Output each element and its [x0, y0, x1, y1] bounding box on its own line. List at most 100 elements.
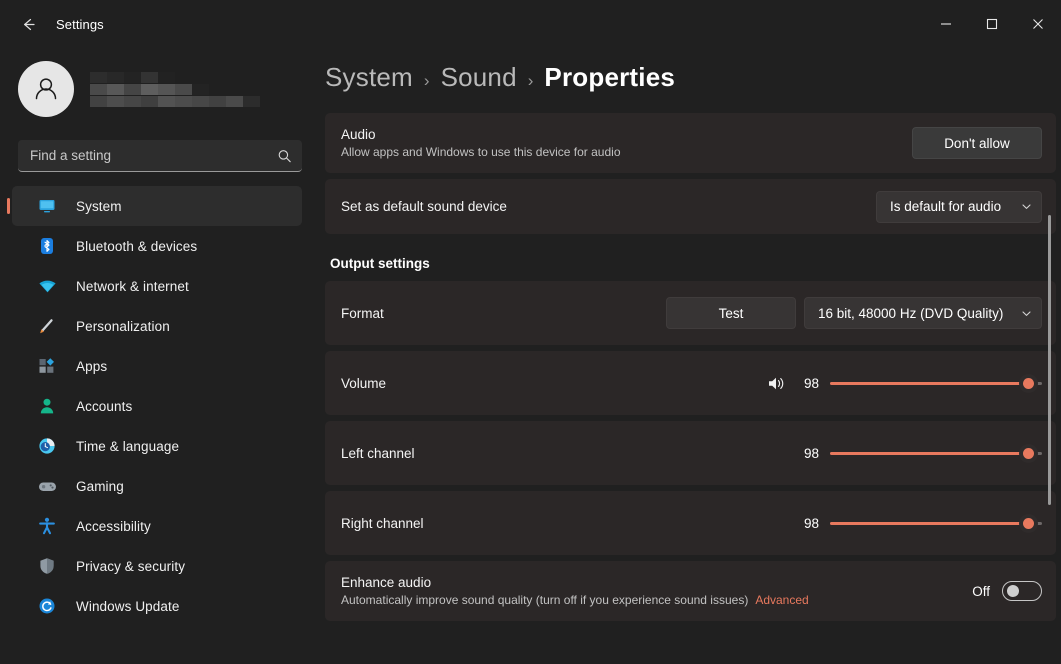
- user-avatar-icon: [29, 72, 63, 106]
- sidebar-item-windows-update[interactable]: Windows Update: [12, 586, 302, 626]
- sidebar-item-label: Gaming: [76, 479, 124, 494]
- sidebar-item-apps[interactable]: Apps: [12, 346, 302, 386]
- minimize-icon: [940, 18, 952, 30]
- sidebar-item-personalization[interactable]: Personalization: [12, 306, 302, 346]
- minimize-button[interactable]: [923, 0, 969, 48]
- format-card: Format Test 16 bit, 48000 Hz (DVD Qualit…: [325, 281, 1056, 345]
- back-arrow-icon: [20, 16, 37, 33]
- sidebar-item-label: Accounts: [76, 399, 132, 414]
- volume-slider[interactable]: [830, 374, 1042, 392]
- close-button[interactable]: [1015, 0, 1061, 48]
- enhance-audio-toggle[interactable]: [1002, 581, 1042, 601]
- format-label: Format: [341, 306, 666, 321]
- apps-icon: [36, 357, 58, 375]
- search-icon[interactable]: [277, 148, 292, 163]
- sidebar-item-label: Apps: [76, 359, 107, 374]
- right-channel-card: Right channel 98: [325, 491, 1056, 555]
- left-channel-label: Left channel: [341, 446, 797, 461]
- right-channel-slider-area: 98: [797, 514, 1042, 532]
- sidebar: System Bluetooth & devices: [0, 48, 320, 664]
- search-box[interactable]: [18, 140, 302, 172]
- account-icon: [36, 397, 58, 415]
- main-content: System › Sound › Properties Audio Allow …: [320, 48, 1061, 664]
- enhance-audio-subtitle-row: Automatically improve sound quality (tur…: [341, 593, 972, 607]
- maximize-icon: [986, 18, 998, 30]
- sidebar-item-privacy-security[interactable]: Privacy & security: [12, 546, 302, 586]
- update-icon: [36, 597, 58, 615]
- format-value: 16 bit, 48000 Hz (DVD Quality): [818, 306, 1003, 321]
- toggle-knob: [1007, 585, 1019, 597]
- chevron-down-icon: [1021, 201, 1032, 212]
- sidebar-item-network-internet[interactable]: Network & internet: [12, 266, 302, 306]
- audio-card-title: Audio: [341, 127, 912, 142]
- maximize-button[interactable]: [969, 0, 1015, 48]
- close-icon: [1032, 18, 1044, 30]
- sidebar-item-gaming[interactable]: Gaming: [12, 466, 302, 506]
- breadcrumb-sound[interactable]: Sound: [441, 62, 517, 93]
- volume-slider-area: 98: [767, 374, 1042, 392]
- volume-label: Volume: [341, 376, 767, 391]
- sidebar-item-accessibility[interactable]: Accessibility: [12, 506, 302, 546]
- scrollbar-thumb[interactable]: [1048, 215, 1051, 505]
- search-input[interactable]: [18, 148, 302, 163]
- left-channel-value: 98: [797, 446, 819, 461]
- content-scrollbar[interactable]: [1045, 48, 1055, 664]
- default-sound-device-value: Is default for audio: [890, 199, 1001, 214]
- default-sound-device-dropdown[interactable]: Is default for audio: [876, 191, 1042, 223]
- right-channel-slider[interactable]: [830, 514, 1042, 532]
- audio-card: Audio Allow apps and Windows to use this…: [325, 113, 1056, 173]
- output-settings-heading: Output settings: [330, 256, 1056, 271]
- paintbrush-icon: [36, 317, 58, 335]
- sidebar-item-label: Bluetooth & devices: [76, 239, 197, 254]
- sidebar-item-time-language[interactable]: Time & language: [12, 426, 302, 466]
- app-title: Settings: [56, 17, 104, 32]
- right-channel-slider-thumb[interactable]: [1019, 514, 1038, 533]
- breadcrumb-separator-icon: ›: [528, 71, 534, 91]
- sidebar-item-bluetooth-devices[interactable]: Bluetooth & devices: [12, 226, 302, 266]
- window-controls: [923, 0, 1061, 48]
- gamepad-icon: [36, 477, 58, 496]
- default-sound-device-label: Set as default sound device: [341, 199, 876, 214]
- back-button[interactable]: [8, 8, 48, 40]
- volume-card: Volume 98: [325, 351, 1056, 415]
- breadcrumb-properties: Properties: [544, 62, 675, 93]
- right-channel-track-fill: [830, 522, 1021, 525]
- sidebar-item-system[interactable]: System: [12, 186, 302, 226]
- speaker-icon[interactable]: [767, 375, 786, 392]
- wifi-icon: [36, 277, 58, 296]
- enhance-audio-toggle-state: Off: [972, 584, 990, 599]
- default-sound-device-card: Set as default sound device Is default f…: [325, 179, 1056, 234]
- breadcrumb-system[interactable]: System: [325, 62, 413, 93]
- left-channel-slider-area: 98: [797, 444, 1042, 462]
- search-container: [0, 140, 320, 172]
- accessibility-icon: [36, 517, 58, 535]
- sidebar-item-label: Windows Update: [76, 599, 179, 614]
- breadcrumb-separator-icon: ›: [424, 71, 430, 91]
- test-button[interactable]: Test: [666, 297, 796, 329]
- sidebar-item-label: Privacy & security: [76, 559, 185, 574]
- volume-slider-thumb[interactable]: [1019, 374, 1038, 393]
- account-block[interactable]: [0, 52, 320, 126]
- sidebar-item-accounts[interactable]: Accounts: [12, 386, 302, 426]
- sidebar-item-label: Network & internet: [76, 279, 189, 294]
- left-channel-track-fill: [830, 452, 1021, 455]
- left-channel-card: Left channel 98: [325, 421, 1056, 485]
- left-channel-slider-thumb[interactable]: [1019, 444, 1038, 463]
- right-channel-label: Right channel: [341, 516, 797, 531]
- format-dropdown[interactable]: 16 bit, 48000 Hz (DVD Quality): [804, 297, 1042, 329]
- sidebar-item-label: System: [76, 199, 122, 214]
- dont-allow-button[interactable]: Don't allow: [912, 127, 1042, 159]
- advanced-link[interactable]: Advanced: [755, 593, 808, 607]
- settings-window: Settings: [0, 0, 1061, 664]
- enhance-audio-title: Enhance audio: [341, 575, 972, 590]
- avatar: [18, 61, 74, 117]
- clock-icon: [36, 437, 58, 455]
- shield-icon: [36, 557, 58, 575]
- sidebar-item-label: Time & language: [76, 439, 179, 454]
- enhance-audio-card: Enhance audio Automatically improve soun…: [325, 561, 1056, 621]
- bluetooth-icon: [36, 237, 58, 255]
- left-channel-slider[interactable]: [830, 444, 1042, 462]
- sidebar-nav: System Bluetooth & devices: [0, 186, 320, 626]
- title-bar: Settings: [0, 0, 1061, 48]
- sidebar-item-label: Accessibility: [76, 519, 151, 534]
